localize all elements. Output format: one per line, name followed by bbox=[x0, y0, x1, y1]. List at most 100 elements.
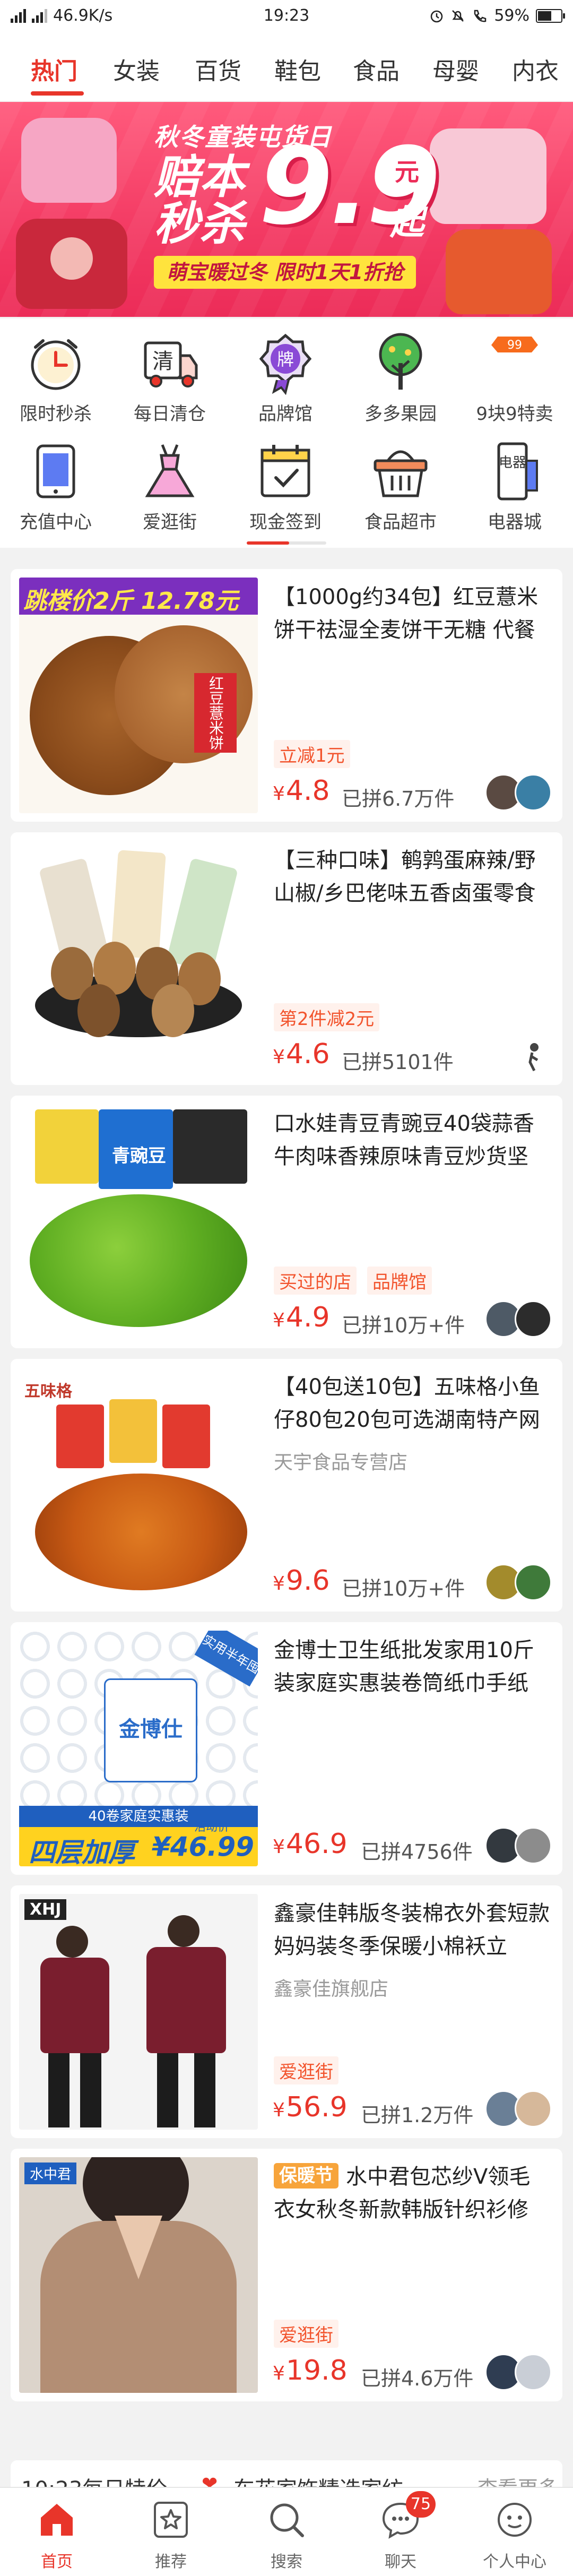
sold-count: 已拼6.7万件 bbox=[342, 787, 455, 811]
brand-medal-icon: 牌 bbox=[254, 331, 317, 395]
product-tags: 爱逛街 bbox=[274, 2056, 338, 2084]
bear-face-icon bbox=[50, 237, 93, 280]
battery-icon bbox=[536, 8, 565, 23]
tab-general-goods[interactable]: 百货 bbox=[195, 52, 241, 86]
bottom-navigation: 首页 推荐 搜索 75 聊天 个人中心 bbox=[0, 2487, 573, 2576]
product-card[interactable]: 跳楼价2斤 12.78元 红豆薏米饼 【1000g约34包】红豆薏米饼干祛湿全麦… bbox=[11, 569, 562, 822]
shortcut-appliance-city[interactable]: 电器 电器城 bbox=[475, 440, 554, 533]
product-title: 【40包送10包】五味格小鱼仔80包20包可选湖南特产网 bbox=[274, 1375, 540, 1432]
shortcut-grid: 限时秒杀 清 每日清仓 牌 品牌馆 多多果园 99 9块9特卖 充值中心 爱逛街… bbox=[0, 318, 573, 548]
image-brand-text: XHJ bbox=[24, 1899, 67, 1920]
product-image: 青豌豆 bbox=[19, 1104, 258, 1340]
shortcut-label: 多多果园 bbox=[364, 403, 437, 425]
product-image: 跳楼价2斤 12.78元 红豆薏米饼 bbox=[19, 578, 258, 813]
image-banner-text: 跳楼价2斤 12.78元 bbox=[23, 588, 239, 615]
shortcut-label: 爱逛街 bbox=[143, 512, 197, 533]
basket-icon bbox=[369, 440, 432, 503]
shortcut-label: 电器城 bbox=[488, 512, 542, 533]
battery-percent: 59% bbox=[494, 6, 529, 25]
banner-qi: 起 bbox=[390, 203, 424, 243]
banner-yuan: 元 bbox=[390, 155, 424, 189]
product-image: XHJ bbox=[19, 1894, 258, 2130]
sold-count: 已拼5101件 bbox=[342, 1050, 454, 1074]
image-pack-label: 红豆薏米饼 bbox=[194, 673, 237, 753]
product-card[interactable]: 【三种口味】鹌鹑蛋麻辣/野山椒/乡巴佬味五香卤蛋零食 第2件减2元 ¥4.6 已… bbox=[11, 832, 562, 1085]
pink-jacket-image bbox=[21, 118, 117, 203]
promo-tag: 爱逛街 bbox=[274, 2056, 338, 2084]
promo-tag: 第2件减2元 bbox=[274, 1003, 380, 1031]
sold-count: 已拼10万+件 bbox=[342, 1577, 465, 1600]
chat-icon: 75 bbox=[379, 2491, 436, 2541]
shortcut-shopping-street[interactable]: 爱逛街 bbox=[130, 440, 210, 533]
shortcut-brand-hall[interactable]: 牌 品牌馆 bbox=[246, 331, 325, 425]
nav-chat[interactable]: 75 聊天 bbox=[363, 2491, 438, 2572]
promo-banner[interactable]: 秋冬童装屯货日 赔本秒杀 9.9 元 起 萌宝暖过冬 限时1天1折抢 bbox=[0, 102, 573, 317]
truck-icon: 清 bbox=[138, 331, 202, 395]
product-card[interactable]: 青豌豆 口水娃青豆青豌豆40袋蒜香牛肉味香辣原味青豆炒货坚 买过的店 品牌馆 ¥… bbox=[11, 1096, 562, 1348]
image-brand-text: 水中君 bbox=[24, 2163, 77, 2184]
product-tags: 爱逛街 bbox=[274, 2320, 338, 2348]
battery-fill bbox=[538, 11, 551, 21]
status-right: 59% bbox=[429, 6, 565, 25]
image-banner-line2: 四层加厚 bbox=[29, 1837, 135, 1866]
buyer-avatars bbox=[485, 774, 552, 811]
svg-text:牌: 牌 bbox=[277, 349, 294, 369]
product-image: 五味格 bbox=[19, 1367, 258, 1603]
banner-headline: 赔本秒杀 bbox=[154, 151, 245, 251]
shortcut-label: 现金签到 bbox=[249, 512, 322, 533]
tab-mother-baby[interactable]: 母婴 bbox=[432, 52, 479, 86]
nav-label: 首页 bbox=[41, 2553, 73, 2571]
orange-coat-image bbox=[446, 229, 552, 314]
product-price: ¥46.9 bbox=[273, 1828, 348, 1860]
image-price-text: ¥46.99 bbox=[152, 1831, 254, 1862]
svg-text:电器: 电器 bbox=[499, 455, 526, 471]
alarm-clock-icon bbox=[24, 331, 88, 395]
nav-home[interactable]: 首页 bbox=[20, 2499, 94, 2572]
tab-womens-clothing[interactable]: 女装 bbox=[113, 52, 160, 86]
avatar bbox=[515, 1827, 552, 1864]
mute-icon bbox=[452, 10, 464, 22]
fluffy-coat-image bbox=[430, 128, 546, 224]
shortcut-orchard[interactable]: 多多果园 bbox=[361, 331, 440, 425]
product-price: ¥19.8 bbox=[273, 2355, 348, 2387]
shortcut-recharge[interactable]: 充值中心 bbox=[16, 440, 96, 533]
image-brand-text: 金博仕 bbox=[119, 1717, 183, 1742]
svg-text:清: 清 bbox=[152, 349, 173, 374]
shortcut-cash-checkin[interactable]: 现金签到 bbox=[246, 440, 325, 533]
product-title: 鑫豪佳韩版冬装棉衣外套短款妈妈装冬季保暖小棉袄立 bbox=[274, 1901, 550, 1959]
avatar bbox=[515, 774, 552, 811]
nav-search[interactable]: 搜索 bbox=[249, 2499, 324, 2572]
product-card[interactable]: 实用半年囤 金博仕 40卷家庭实惠装 四层加厚 活动价 ¥46.99 金博士卫生… bbox=[11, 1622, 562, 1875]
promo-tag: 爱逛街 bbox=[274, 2320, 338, 2348]
nav-label: 个人中心 bbox=[483, 2553, 546, 2571]
status-bar: 46.9K/s 19:23 59% bbox=[0, 0, 573, 32]
shortcut-food-market[interactable]: 食品超市 bbox=[361, 440, 440, 533]
product-price: ¥4.9 bbox=[273, 1302, 330, 1333]
tab-food[interactable]: 食品 bbox=[353, 52, 400, 86]
product-card[interactable]: 五味格 【40包送10包】五味格小鱼仔80包20包可选湖南特产网 天宇食品专营店… bbox=[11, 1359, 562, 1612]
shortcut-daily-clearance[interactable]: 清 每日清仓 bbox=[130, 331, 210, 425]
shortcut-flash-sale[interactable]: 限时秒杀 bbox=[16, 331, 96, 425]
tab-hot[interactable]: 热门 bbox=[31, 52, 77, 86]
nav-profile[interactable]: 个人中心 bbox=[478, 2499, 552, 2572]
product-card[interactable]: XHJ 鑫豪佳韩版冬装棉衣外套短款妈妈装冬季保暖小棉袄立 鑫豪佳旗舰店 爱逛街 … bbox=[11, 1885, 562, 2138]
buyer-avatars bbox=[485, 2354, 552, 2391]
avatar bbox=[515, 2354, 552, 2391]
dress-icon bbox=[138, 440, 202, 503]
shortcut-label: 每日清仓 bbox=[134, 403, 206, 425]
bought-before-tag: 买过的店 bbox=[274, 1267, 357, 1295]
banner-subtitle: 萌宝暖过冬 限时1天1折抢 bbox=[154, 256, 416, 289]
image-brand-text: 青豌豆 bbox=[112, 1145, 166, 1167]
nav-recommend[interactable]: 推荐 bbox=[134, 2499, 208, 2572]
tree-icon bbox=[369, 331, 432, 395]
product-tags: 第2件减2元 bbox=[274, 1003, 380, 1031]
avatar bbox=[515, 2090, 552, 2127]
buyer-avatars bbox=[515, 1037, 552, 1074]
nav-label: 聊天 bbox=[385, 2553, 416, 2571]
sold-count: 已拼4.6万件 bbox=[361, 2367, 474, 2390]
shortcut-9-9-sale[interactable]: 99 9块9特卖 bbox=[475, 331, 554, 425]
product-card[interactable]: 水中君 保暖节 水中君包芯纱V领毛衣女秋冬新款韩版针织衫修 爱逛街 ¥19.8 已… bbox=[11, 2149, 562, 2401]
promo-tag: 立减1元 bbox=[274, 740, 350, 768]
tab-shoes-bags[interactable]: 鞋包 bbox=[274, 52, 321, 86]
tab-underwear[interactable]: 内衣 bbox=[512, 52, 559, 86]
